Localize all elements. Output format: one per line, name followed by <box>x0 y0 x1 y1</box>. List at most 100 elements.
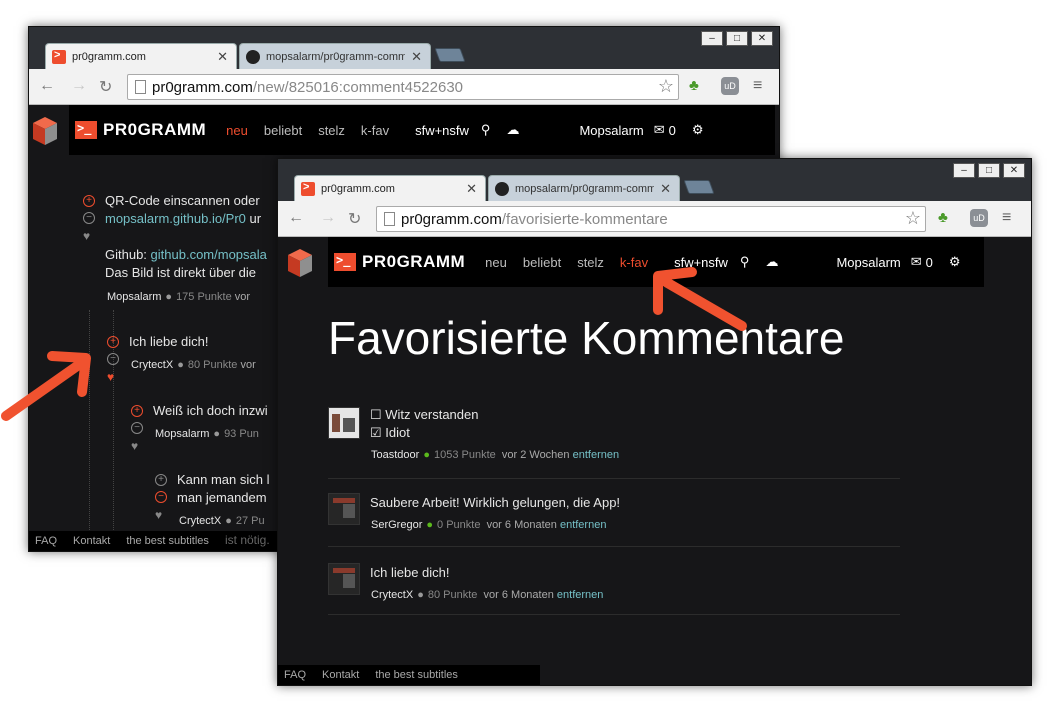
user-name[interactable]: Mopsalarm <box>836 255 900 270</box>
tab-github[interactable]: mopsalarm/pr0gramm-comme ✕ <box>488 175 680 201</box>
nav-beliebt[interactable]: beliebt <box>523 255 561 270</box>
bonsai-extension-icon[interactable]: ♣ <box>689 77 707 95</box>
inbox-icon[interactable]: ✉ <box>911 254 922 270</box>
upvote-icon[interactable]: + <box>83 195 95 207</box>
pr0gramm-logo-icon[interactable] <box>75 121 97 139</box>
tab-pr0gramm[interactable]: pr0gramm.com ✕ <box>294 175 486 201</box>
comment-link[interactable]: mopsalarm.github.io/Pr0 <box>105 211 246 226</box>
back-arrow-icon[interactable]: ← <box>288 209 304 227</box>
tab-github[interactable]: mopsalarm/pr0gramm-comme ✕ <box>239 43 431 69</box>
github-link[interactable]: github.com/mopsala <box>151 247 267 262</box>
browser-window-front: pr0gramm.com ✕ mopsalarm/pr0gramm-comme … <box>277 158 1032 686</box>
settings-gear-icon[interactable]: ⚙ <box>949 254 961 270</box>
favorite-heart-icon[interactable]: ♥ <box>83 229 90 243</box>
favorite-comment-item: Saubere Arbeit! Wirklich gelungen, die A… <box>328 491 900 547</box>
downvote-icon[interactable]: − <box>155 491 167 503</box>
footer-kontakt-link[interactable]: Kontakt <box>322 669 359 681</box>
favorite-heart-icon[interactable]: ♥ <box>131 439 138 453</box>
close-tab-icon[interactable]: ✕ <box>411 49 422 65</box>
forward-arrow-icon[interactable]: → <box>320 209 336 227</box>
close-tab-icon[interactable]: ✕ <box>217 49 228 65</box>
nav-beliebt[interactable]: beliebt <box>264 123 302 138</box>
nav-stelz[interactable]: stelz <box>318 123 345 138</box>
remove-favorite-link[interactable]: entfernen <box>560 519 606 531</box>
filter-toggle[interactable]: sfw+nsfw <box>415 123 469 138</box>
reload-icon[interactable]: ↻ <box>99 77 112 97</box>
close-tab-icon[interactable]: ✕ <box>466 181 477 197</box>
forward-arrow-icon[interactable]: → <box>71 77 87 95</box>
comment-text: Ich liebe dich! <box>370 565 450 580</box>
page-icon <box>384 212 395 226</box>
url-host: pr0gramm.com <box>401 210 502 228</box>
bookmark-star-icon[interactable]: ☆ <box>658 76 674 97</box>
inbox-icon[interactable]: ✉ <box>654 122 665 138</box>
close-tab-icon[interactable]: ✕ <box>660 181 671 197</box>
reload-icon[interactable]: ↻ <box>348 209 361 229</box>
comment-author[interactable]: CrytectX <box>131 359 173 371</box>
github-favicon-icon <box>495 181 509 196</box>
new-tab-button[interactable] <box>683 180 715 194</box>
comment-author[interactable]: Mopsalarm <box>107 291 161 303</box>
pr0gramm-cube-icon[interactable] <box>33 117 57 145</box>
minimize-icon[interactable]: – <box>701 31 723 46</box>
chrome-menu-icon[interactable]: ≡ <box>753 77 771 95</box>
comment-author[interactable]: CrytectX <box>179 515 221 527</box>
comment-author[interactable]: Toastdoor <box>371 449 419 461</box>
post-thumbnail[interactable] <box>328 493 360 525</box>
ublock-extension-icon[interactable]: uD <box>970 209 988 227</box>
upvote-icon[interactable]: + <box>155 474 167 486</box>
address-bar[interactable]: pr0gramm.com/favorisierte-kommentare ☆ <box>376 206 926 232</box>
comment-author[interactable]: CrytectX <box>371 589 413 601</box>
comment-author[interactable]: Mopsalarm <box>155 428 209 440</box>
bookmark-star-icon[interactable]: ☆ <box>905 208 921 229</box>
pr0gramm-cube-icon[interactable] <box>288 249 312 277</box>
ublock-extension-icon[interactable]: uD <box>721 77 739 95</box>
inbox-count[interactable]: 0 <box>926 255 933 270</box>
dot-separator: ● <box>165 291 173 303</box>
footer-faq-link[interactable]: FAQ <box>35 535 57 547</box>
chrome-menu-icon[interactable]: ≡ <box>1002 209 1020 227</box>
footer-subtitles: the best subtitles <box>375 669 458 681</box>
back-arrow-icon[interactable]: ← <box>39 77 55 95</box>
site-logo[interactable]: PR0GRAMM <box>362 252 465 272</box>
post-thumbnail[interactable] <box>328 563 360 595</box>
site-logo[interactable]: PR0GRAMM <box>103 120 206 140</box>
tab-pr0gramm[interactable]: pr0gramm.com ✕ <box>45 43 237 69</box>
comment-time: vor 6 Monaten <box>486 519 557 531</box>
address-bar[interactable]: pr0gramm.com/new/825016:comment4522630 ☆ <box>127 74 679 100</box>
desktop: pr0gramm.com ✕ mopsalarm/pr0gramm-comme … <box>0 0 1052 712</box>
close-icon[interactable]: ✕ <box>1003 163 1025 178</box>
comment-time: vor 2 Wochen <box>501 449 570 461</box>
nav-k-fav[interactable]: k-fav <box>361 123 389 138</box>
favorite-heart-icon[interactable]: ♥ <box>155 508 162 522</box>
nav-stelz[interactable]: stelz <box>577 255 604 270</box>
remove-favorite-link[interactable]: entfernen <box>557 589 603 601</box>
new-tab-button[interactable] <box>434 48 466 62</box>
inbox-count[interactable]: 0 <box>669 123 676 138</box>
comment-meta: CrytectX ● 80 Punkte vor <box>131 359 256 371</box>
close-icon[interactable]: ✕ <box>751 31 773 46</box>
comment-author[interactable]: SerGregor <box>371 519 422 531</box>
pr0gramm-logo-icon[interactable] <box>334 253 356 271</box>
downvote-icon[interactable]: − <box>83 212 95 224</box>
user-name[interactable]: Mopsalarm <box>579 123 643 138</box>
maximize-icon[interactable]: □ <box>978 163 1000 178</box>
footer-kontakt-link[interactable]: Kontakt <box>73 535 110 547</box>
upload-cloud-icon[interactable]: ☁ <box>765 254 778 270</box>
comment-github-line: Github: github.com/mopsala <box>105 247 267 262</box>
search-icon[interactable]: ⚲ <box>481 122 491 138</box>
annotation-arrow-icon <box>1 351 91 421</box>
nav-neu[interactable]: neu <box>226 123 248 138</box>
nav-neu[interactable]: neu <box>485 255 507 270</box>
tab-label: mopsalarm/pr0gramm-comme <box>515 182 655 195</box>
bonsai-extension-icon[interactable]: ♣ <box>938 209 956 227</box>
post-thumbnail[interactable] <box>328 407 360 439</box>
remove-favorite-link[interactable]: entfernen <box>573 449 619 461</box>
settings-gear-icon[interactable]: ⚙ <box>692 122 704 138</box>
downvote-icon[interactable]: − <box>131 422 143 434</box>
upload-cloud-icon[interactable]: ☁ <box>506 122 519 138</box>
maximize-icon[interactable]: □ <box>726 31 748 46</box>
upvote-icon[interactable]: + <box>131 405 143 417</box>
footer-faq-link[interactable]: FAQ <box>284 669 306 681</box>
minimize-icon[interactable]: – <box>953 163 975 178</box>
